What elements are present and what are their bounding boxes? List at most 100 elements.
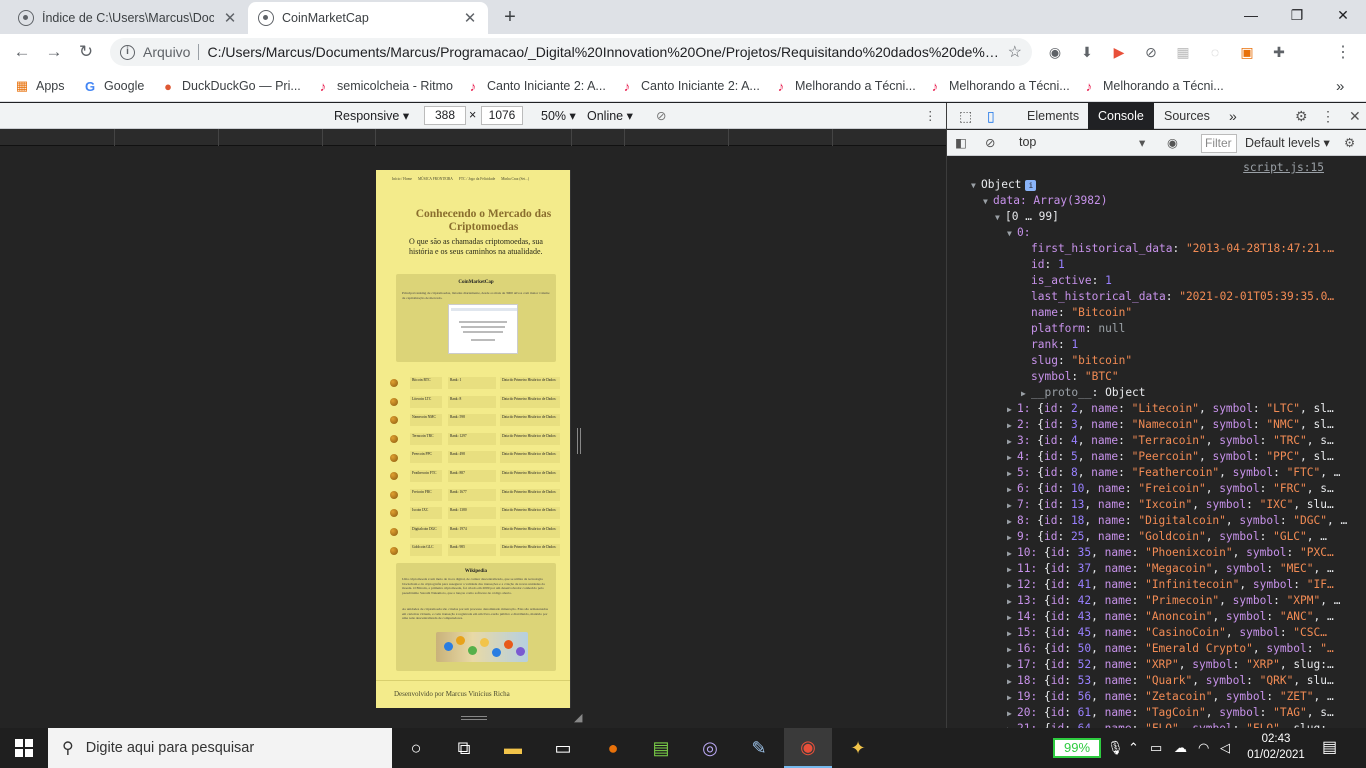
object-root[interactable]: ▼ Object i [971, 177, 1037, 193]
paint-icon[interactable]: ✎ [735, 728, 783, 768]
app-icon[interactable]: ✦ [834, 728, 882, 768]
tab-sources[interactable]: Sources [1154, 103, 1220, 129]
array-item[interactable]: ▶ 4: {id: 5, name: "Peercoin", symbol: "P… [1007, 449, 1334, 465]
array-item[interactable]: ▶21: {id: 64, name: "FLO", symbol: "FLO"… [1007, 721, 1334, 728]
close-icon[interactable]: ✕ [1339, 103, 1366, 129]
nav-link[interactable]: Início / Home [392, 177, 412, 181]
array-item[interactable]: ▶ 1: {id: 2, name: "Litecoin", symbol: "L… [1007, 401, 1334, 417]
array-item[interactable]: ▶ 11: {id: 37, name: "Megacoin", symbol: … [1007, 561, 1334, 577]
close-window-button[interactable]: ✕ [1320, 0, 1366, 30]
chrome-icon[interactable]: ◉ [784, 728, 832, 768]
resize-handle-right[interactable] [577, 428, 581, 454]
bookmarks-more-button[interactable]: » [1336, 76, 1344, 96]
extension-icon[interactable]: ◌ [1205, 42, 1225, 62]
width-input[interactable]: 388 [424, 106, 466, 125]
array-item[interactable]: ▶ 20: {id: 61, name: "TagCoin", symbol: "… [1007, 705, 1334, 721]
tab-coinmarketcap[interactable]: CoinMarketCap ✕ [248, 2, 488, 34]
range-row[interactable]: ▼ [0 … 99] [995, 209, 1059, 225]
device-select[interactable]: Responsive ▾ [334, 108, 409, 123]
puzzle-icon[interactable]: ✚ [1269, 42, 1289, 62]
new-tab-button[interactable]: + [498, 6, 522, 29]
chart-app-icon[interactable]: ▤ [637, 728, 685, 768]
tab-console[interactable]: Console [1088, 103, 1154, 129]
array-item[interactable]: ▶ 19: {id: 56, name: "Zetacoin", symbol: … [1007, 689, 1334, 705]
battery-icon[interactable]: ▭ [1150, 728, 1162, 768]
gear-icon[interactable]: ⚙ [1344, 135, 1355, 150]
object-property[interactable]: last_historical_data: "2021-02-01T05:39:… [1031, 289, 1334, 305]
nav-link[interactable]: Minha Cruz (Set...) [501, 177, 529, 181]
file-explorer-icon[interactable]: ▬ [489, 728, 537, 768]
task-view-icon[interactable]: ⧉ [440, 728, 488, 768]
bookmark-melhorando-1[interactable]: ♪ Melhorando a Técni... [774, 76, 916, 96]
object-property[interactable]: id: 1 [1031, 257, 1065, 273]
extension-icon[interactable]: ▦ [1173, 42, 1193, 62]
array-item[interactable]: ▶ 18: {id: 53, name: "Quark", symbol: "QR… [1007, 673, 1334, 689]
rotate-icon[interactable]: ⊘ [656, 108, 666, 123]
array-item[interactable]: ▶ 9: {id: 25, name: "Goldcoin", symbol: "… [1007, 529, 1327, 545]
array-item[interactable]: ▶ 13: {id: 42, name: "Primecoin", symbol:… [1007, 593, 1340, 609]
array-item[interactable]: ▶ 6: {id: 10, name: "Freicoin", symbol: "… [1007, 481, 1334, 497]
bookmark-apps[interactable]: ▦ Apps [15, 76, 65, 96]
nav-link[interactable]: MÚSICA FRONTEIRA [418, 177, 453, 181]
close-tab-icon[interactable]: ✕ [462, 9, 478, 27]
log-levels-select[interactable]: Default levels ▾ [1245, 135, 1330, 150]
terminal-icon[interactable]: ▭ [539, 728, 587, 768]
resize-handle-bottom[interactable] [461, 716, 487, 720]
console-output[interactable]: script.js:15 ▼ Object i ▼ data: Array(3982)… [947, 157, 1366, 728]
bookmark-star-icon[interactable]: ☆ [1008, 42, 1022, 62]
object-property[interactable]: slug: "bitcoin" [1031, 353, 1132, 369]
array-item[interactable]: ▶ 10: {id: 35, name: "Phoenixcoin", symbo… [1007, 545, 1334, 561]
minimize-button[interactable]: — [1228, 0, 1274, 30]
info-badge[interactable]: i [1025, 179, 1037, 191]
address-bar[interactable]: i Arquivo C:/Users/Marcus/Documents/Marc… [110, 38, 1032, 66]
array-item[interactable]: ▶ 12: {id: 41, name: "Infinitecoin", symb… [1007, 577, 1334, 593]
bookmark-duckduckgo[interactable]: ● DuckDuckGo — Pri... [161, 76, 301, 96]
volume-icon[interactable]: ◁ [1220, 728, 1230, 768]
extension-icon[interactable]: ⊘ [1141, 42, 1161, 62]
bookmark-melhorando-2[interactable]: ♪ Melhorando a Técni... [928, 76, 1070, 96]
firefox-icon[interactable]: ● [589, 728, 637, 768]
object-property[interactable]: platform: null [1031, 321, 1125, 337]
array-item[interactable]: ▶ 3: {id: 4, name: "Terracoin", symbol: "… [1007, 433, 1334, 449]
object-property[interactable]: is_active: 1 [1031, 273, 1112, 289]
bookmark-canto-2[interactable]: ♪ Canto Iniciante 2: A... [620, 76, 760, 96]
tab-index[interactable]: Índice de C:\Users\Marcus\Documents ✕ [8, 2, 248, 34]
bookmark-semicolcheia[interactable]: ♪ semicolcheia - Ritmo [316, 76, 453, 96]
array-item[interactable]: ▶ 15: {id: 45, name: "CasinoCoin", symbol… [1007, 625, 1327, 641]
nav-link[interactable]: FTC / Jogo da Felicidade [459, 177, 495, 181]
more-options-icon[interactable]: ⋮ [924, 108, 937, 123]
array-item[interactable]: ▶ 14: {id: 43, name: "Anoncoin", symbol: … [1007, 609, 1334, 625]
sidebar-toggle-icon[interactable]: ◧ [955, 135, 967, 150]
more-tabs-button[interactable]: » [1219, 103, 1247, 129]
item-0-row[interactable]: ▼ 0: [1007, 225, 1030, 241]
emulated-page[interactable]: Início / Home MÚSICA FRONTEIRA FTC / Jog… [376, 170, 570, 708]
app-icon[interactable]: ◎ [686, 728, 734, 768]
object-property[interactable]: symbol: "BTC" [1031, 369, 1119, 385]
zoom-select[interactable]: 50% ▾ [541, 108, 576, 123]
windows-start-icon[interactable] [0, 728, 48, 768]
bookmark-canto-1[interactable]: ♪ Canto Iniciante 2: A... [466, 76, 606, 96]
toggle-device-icon[interactable]: ▯ [977, 103, 1005, 129]
microphone-icon[interactable]: 🎙 [1107, 728, 1124, 768]
height-input[interactable]: 1076 [481, 106, 523, 125]
info-icon[interactable]: i [120, 44, 135, 60]
bookmark-melhorando-3[interactable]: ♪ Melhorando a Técni... [1082, 76, 1224, 96]
chevron-up-icon[interactable]: ⌃ [1128, 728, 1139, 768]
resize-corner-icon[interactable]: ◢ [574, 711, 586, 724]
wifi-icon[interactable]: ◠ [1198, 728, 1209, 768]
notifications-icon[interactable]: ▤ [1322, 737, 1337, 757]
extension-icon[interactable]: ◉ [1045, 42, 1065, 62]
reload-button[interactable]: ↻ [74, 40, 98, 64]
maximize-button[interactable]: ❐ [1274, 0, 1320, 30]
object-property[interactable]: first_historical_data: "2013-04-28T18:47… [1031, 241, 1334, 257]
address-url[interactable]: C:/Users/Marcus/Documents/Marcus/Program… [207, 44, 999, 60]
cloud-icon[interactable]: ☁ [1174, 728, 1187, 768]
array-item[interactable]: ▶ 2: {id: 3, name: "Namecoin", symbol: "N… [1007, 417, 1334, 433]
menu-icon[interactable]: ⋮ [1333, 42, 1353, 62]
object-property[interactable]: ▶ __proto__: Object [1021, 385, 1146, 401]
close-tab-icon[interactable]: ✕ [222, 9, 238, 27]
object-property[interactable]: name: "Bitcoin" [1031, 305, 1132, 321]
eye-icon[interactable]: ◉ [1167, 135, 1178, 150]
bookmark-google[interactable]: G Google [83, 76, 144, 96]
filter-input[interactable]: Filter [1201, 134, 1237, 153]
